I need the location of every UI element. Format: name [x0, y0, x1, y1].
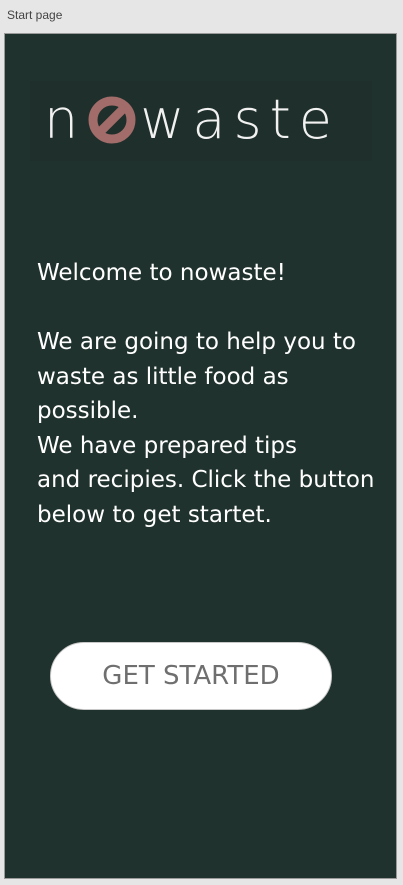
logo-suffix: waste	[140, 88, 341, 151]
intro-line-3: and recipies. Click the button below to …	[37, 467, 375, 528]
welcome-text: Welcome to nowaste! We are going to help…	[37, 256, 382, 532]
get-started-button[interactable]: GET STARTED	[50, 642, 332, 710]
greeting: Welcome to nowaste!	[37, 260, 286, 286]
logo-prefix: n	[44, 88, 87, 151]
window-title: Start page	[7, 8, 63, 22]
logo-container: n waste	[30, 81, 372, 161]
nowaste-logo: n waste	[44, 87, 360, 153]
start-page-screen: n waste Welcome to nowaste! We are going…	[4, 33, 397, 879]
intro-line-2: We have prepared tips	[37, 432, 297, 459]
prohibition-o-icon	[88, 96, 136, 144]
intro-line-1: We are going to help you to waste as lit…	[37, 329, 357, 424]
